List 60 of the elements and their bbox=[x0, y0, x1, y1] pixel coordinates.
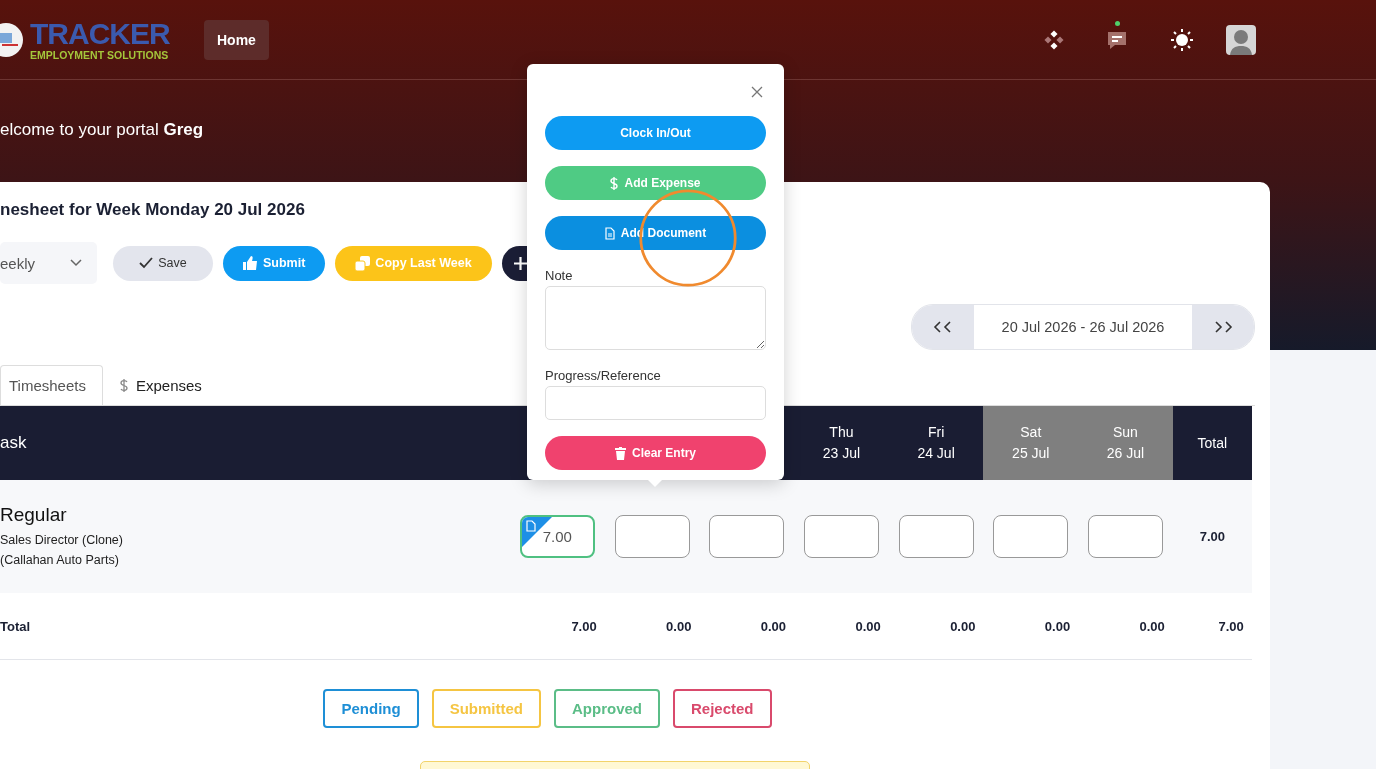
close-icon[interactable] bbox=[751, 86, 763, 98]
task-role: Sales Director (Clone) bbox=[0, 531, 123, 549]
double-chevron-left-icon bbox=[932, 321, 954, 333]
day-total: 0.00 bbox=[794, 593, 889, 660]
reference-field[interactable] bbox=[545, 386, 766, 420]
day-header: Fri 24 Jul bbox=[888, 406, 984, 480]
status-legend: Pending bbox=[323, 689, 419, 728]
clear-entry-button[interactable]: Clear Entry bbox=[545, 436, 766, 470]
trash-icon bbox=[615, 446, 626, 460]
note-field[interactable] bbox=[545, 286, 766, 350]
hours-input[interactable] bbox=[614, 515, 690, 558]
welcome-text: elcome to your portal Greg bbox=[0, 120, 204, 140]
column-header: ask bbox=[0, 406, 510, 480]
grand-total: 7.00 bbox=[1172, 593, 1252, 660]
dollar-icon bbox=[610, 176, 619, 190]
hours-input[interactable] bbox=[803, 515, 879, 558]
status-legend: Approved bbox=[554, 689, 660, 728]
save-button[interactable]: Save bbox=[113, 245, 213, 281]
day-header: Thu 23 Jul bbox=[794, 406, 889, 480]
document-icon bbox=[604, 226, 615, 240]
timesheet-title: nesheet for Week Monday 20 Jul 2026 bbox=[0, 199, 305, 220]
note-label: Note bbox=[545, 268, 574, 283]
status-legend: Submitted bbox=[431, 689, 541, 728]
logo-title: TRACKER bbox=[30, 18, 170, 49]
tab[interactable]: Expenses bbox=[103, 365, 219, 405]
hours-input[interactable] bbox=[993, 515, 1069, 558]
avatar-icon[interactable] bbox=[1226, 24, 1256, 55]
hours-input[interactable] bbox=[709, 515, 785, 558]
hours-input[interactable]: 7.00 bbox=[519, 515, 595, 558]
thumbs-up-icon bbox=[243, 256, 258, 270]
logo-icon bbox=[0, 22, 24, 57]
tab[interactable]: Timesheets bbox=[0, 365, 103, 405]
period-select[interactable]: eekly bbox=[0, 242, 97, 284]
day-total: 7.00 bbox=[510, 593, 605, 660]
nav-link[interactable]: Home bbox=[204, 19, 269, 60]
day-total: 0.00 bbox=[604, 593, 700, 660]
task-name: Regular bbox=[0, 503, 67, 526]
status-legend: Rejected bbox=[673, 689, 772, 728]
totals-label: Total bbox=[0, 593, 510, 660]
day-total: 0.00 bbox=[983, 593, 1079, 660]
day-total: 0.00 bbox=[1078, 593, 1173, 660]
apps-icon[interactable] bbox=[1044, 29, 1064, 50]
hours-input[interactable] bbox=[898, 515, 974, 558]
task-client: (Callahan Auto Parts) bbox=[0, 551, 119, 569]
previous-week-button[interactable] bbox=[912, 305, 974, 349]
column-header: Total bbox=[1172, 406, 1252, 480]
sun-icon[interactable] bbox=[1170, 27, 1194, 52]
day-header: Sat 25 Jul bbox=[983, 406, 1079, 480]
day-total: 0.00 bbox=[699, 593, 795, 660]
dollar-icon bbox=[120, 379, 128, 392]
day-total: 0.00 bbox=[888, 593, 984, 660]
check-icon bbox=[139, 257, 154, 269]
logo-subtitle: EMPLOYMENT SOLUTIONS bbox=[30, 49, 170, 61]
next-week-button[interactable] bbox=[1192, 305, 1254, 349]
double-chevron-right-icon bbox=[1212, 321, 1234, 333]
row-total: 7.00 bbox=[1172, 480, 1252, 593]
copy-icon bbox=[355, 255, 371, 271]
hours-input[interactable] bbox=[1087, 515, 1163, 558]
day-header: Sun 26 Jul bbox=[1078, 406, 1173, 480]
reference-label: Progress/Reference bbox=[545, 368, 662, 383]
